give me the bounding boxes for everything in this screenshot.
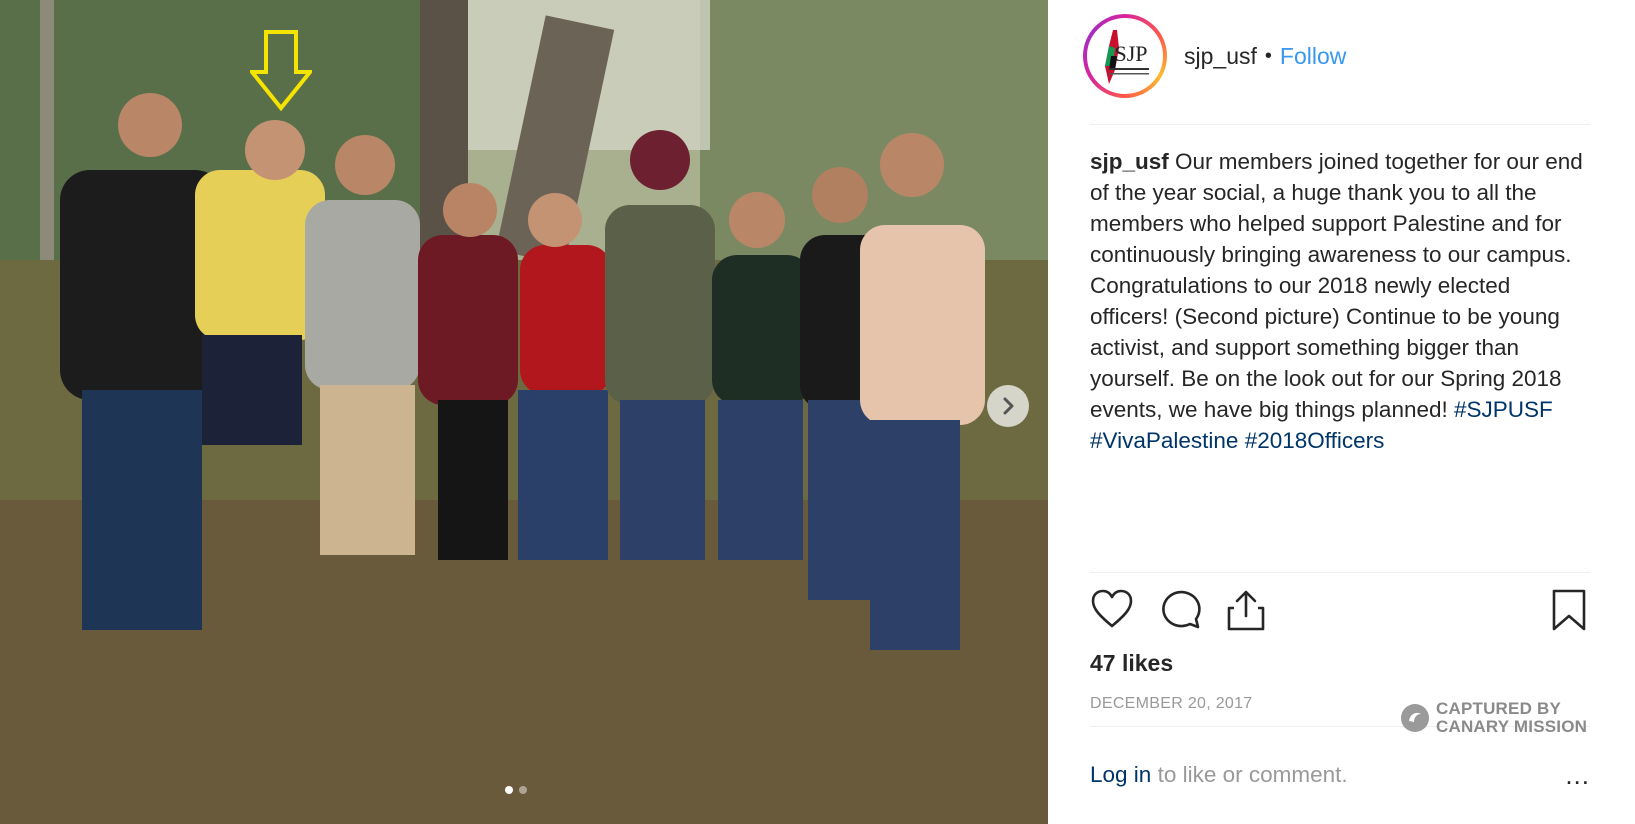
hashtag-link[interactable]: #SJPUSF bbox=[1454, 397, 1553, 422]
hashtag-link[interactable]: #VivaPalestine bbox=[1090, 428, 1238, 453]
post-caption: sjp_usf Our members joined together for … bbox=[1090, 146, 1590, 456]
more-options-button[interactable]: ... bbox=[1565, 760, 1590, 791]
photo-scene bbox=[0, 0, 1048, 824]
share-button[interactable] bbox=[1225, 588, 1267, 637]
save-button[interactable] bbox=[1550, 588, 1588, 637]
canary-mission-watermark: CAPTURED BY CANARY MISSION bbox=[1400, 700, 1587, 736]
canary-logo-icon bbox=[1401, 704, 1429, 732]
comment-button[interactable] bbox=[1160, 588, 1202, 635]
bookmark-icon bbox=[1552, 589, 1586, 631]
post-header: SJP sjp_usf • Follow bbox=[1083, 14, 1346, 98]
share-icon bbox=[1227, 590, 1265, 631]
follow-button[interactable]: Follow bbox=[1280, 43, 1346, 70]
avatar-image: SJP bbox=[1087, 18, 1163, 94]
watermark-line1: CAPTURED BY bbox=[1436, 699, 1561, 718]
likes-count[interactable]: 47 likes bbox=[1090, 650, 1173, 677]
login-link[interactable]: Log in bbox=[1090, 762, 1151, 787]
post-author-username[interactable]: sjp_usf bbox=[1184, 43, 1257, 70]
avatar-logo-text: SJP bbox=[1114, 41, 1148, 66]
caption-username[interactable]: sjp_usf bbox=[1090, 149, 1169, 174]
caption-text: Our members joined together for our end … bbox=[1090, 149, 1583, 422]
post-photo[interactable] bbox=[0, 0, 1048, 824]
post-date[interactable]: DECEMBER 20, 2017 bbox=[1090, 695, 1253, 713]
chevron-right-icon bbox=[1003, 397, 1014, 415]
post-side-panel: SJP sjp_usf • Follow sjp_usf Our members… bbox=[1048, 0, 1635, 824]
post-actions-bar bbox=[1090, 588, 1590, 638]
carousel-indicator bbox=[505, 786, 527, 794]
watermark-line2: CANARY MISSION bbox=[1436, 717, 1588, 736]
heart-icon bbox=[1091, 589, 1133, 628]
carousel-dot-active bbox=[505, 786, 513, 794]
avatar[interactable]: SJP bbox=[1083, 14, 1167, 98]
comment-icon bbox=[1162, 590, 1201, 629]
login-prompt: Log in to like or comment. ... bbox=[1090, 760, 1590, 791]
hashtag-link[interactable]: #2018Officers bbox=[1245, 428, 1385, 453]
next-slide-button[interactable] bbox=[987, 385, 1029, 427]
actions-divider bbox=[1090, 572, 1590, 573]
highlight-arrow-icon bbox=[250, 30, 312, 112]
carousel-dot bbox=[519, 786, 527, 794]
header-divider bbox=[1090, 124, 1590, 125]
header-separator: • bbox=[1264, 44, 1272, 67]
login-prompt-text: to like or comment. bbox=[1151, 762, 1348, 787]
like-button[interactable] bbox=[1090, 588, 1134, 635]
